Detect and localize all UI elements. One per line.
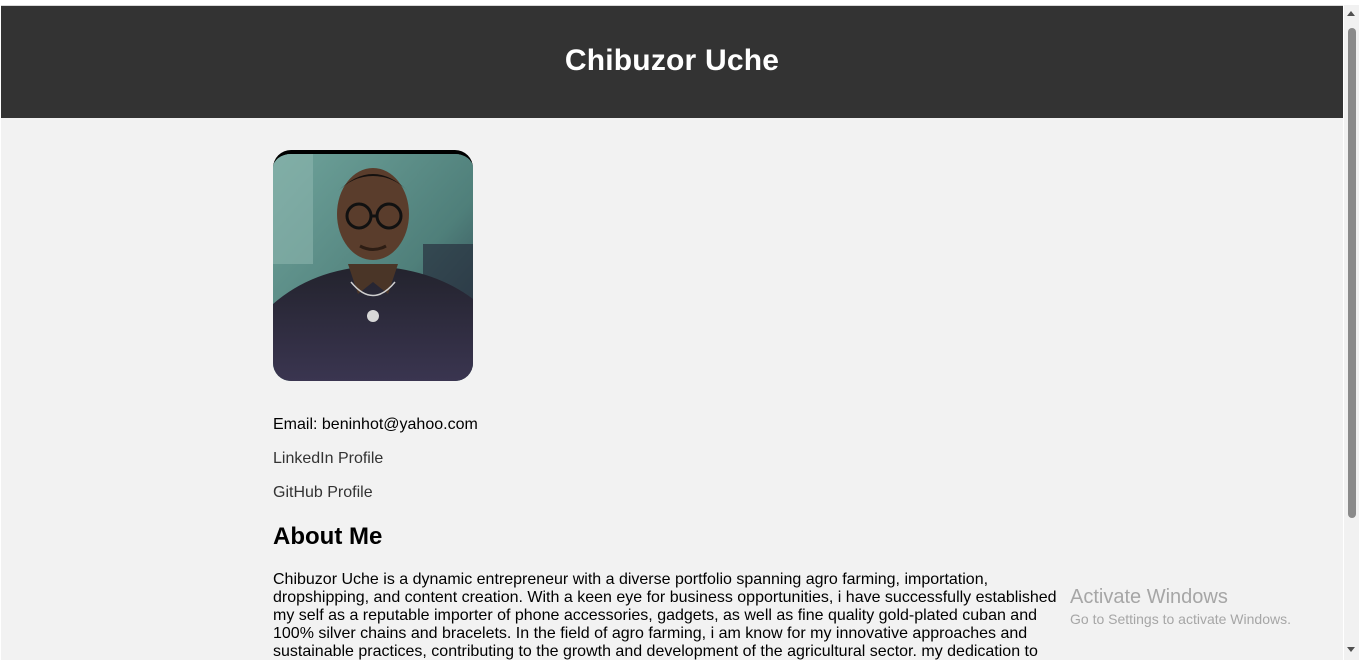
page-title: Chibuzor Uche bbox=[564, 44, 780, 77]
about-text: Chibuzor Uche is a dynamic entrepreneur … bbox=[273, 571, 1057, 660]
linkedin-profile-link[interactable]: LinkedIn Profile bbox=[273, 450, 1073, 468]
scroll-up-icon[interactable] bbox=[1347, 11, 1355, 16]
watermark-title: Activate Windows bbox=[1070, 586, 1228, 608]
web-page: Chibuzor Uche Email: beninhot@yahoo.com … bbox=[1, 5, 1343, 660]
profile-photo bbox=[273, 150, 473, 381]
watermark-subtitle: Go to Settings to activate Windows. bbox=[1070, 611, 1291, 627]
about-heading: About Me bbox=[273, 523, 383, 550]
scroll-thumb[interactable] bbox=[1348, 28, 1356, 518]
scroll-down-icon[interactable] bbox=[1347, 647, 1355, 652]
vertical-scrollbar[interactable] bbox=[1344, 5, 1359, 660]
main-content: Email: beninhot@yahoo.com LinkedIn Profi… bbox=[273, 150, 1073, 660]
browser-viewport: Chibuzor Uche Email: beninhot@yahoo.com … bbox=[0, 0, 1359, 660]
contact-email: Email: beninhot@yahoo.com bbox=[273, 416, 478, 433]
site-header: Chibuzor Uche bbox=[1, 6, 1343, 118]
github-profile-link[interactable]: GitHub Profile bbox=[273, 484, 1073, 502]
profile-photo-image bbox=[273, 154, 473, 381]
windows-activation-watermark: Activate Windows Go to Settings to activ… bbox=[1070, 586, 1291, 628]
